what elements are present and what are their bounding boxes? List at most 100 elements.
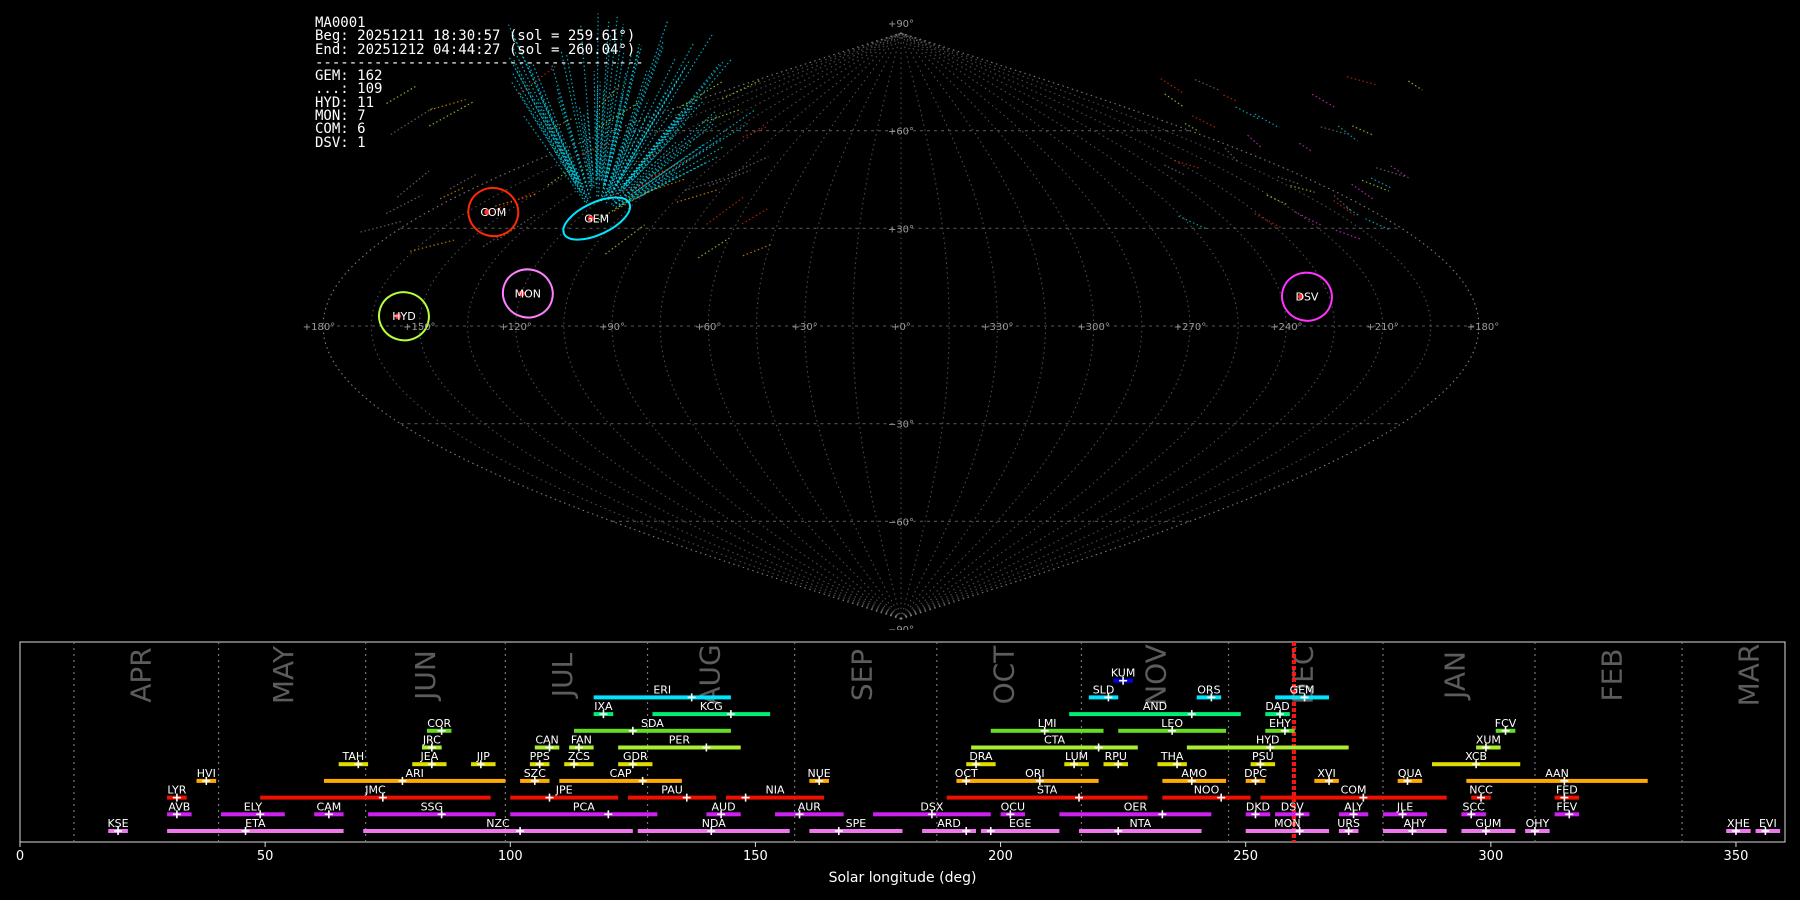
shower-nue: NUE bbox=[808, 767, 831, 785]
shower-can: CAN bbox=[534, 734, 560, 752]
sky-map: GEM COM HYD MON DSV +180° +150° +120° +90° +60° +3… bbox=[303, 13, 1499, 630]
lat-tick-label: +30° bbox=[888, 224, 914, 235]
meteor-trail bbox=[1351, 183, 1375, 201]
radiant-mon: MON bbox=[501, 268, 554, 319]
lon-tick-label: +0° bbox=[891, 322, 911, 333]
shower-dsv: DSV bbox=[1275, 800, 1310, 819]
radiant-hyd: HYD bbox=[378, 291, 430, 342]
radiant-label: MON bbox=[515, 287, 541, 300]
shower-label: DKD bbox=[1246, 800, 1270, 813]
shower-dad: DAD bbox=[1265, 700, 1290, 719]
lon-tick-label: +120° bbox=[499, 322, 531, 333]
shower-label: LYR bbox=[167, 784, 186, 797]
meteor-trail bbox=[1294, 211, 1323, 227]
radiant-label: COM bbox=[480, 206, 506, 219]
shower-label: FEV bbox=[1556, 800, 1577, 813]
x-tick-label: 0 bbox=[16, 849, 24, 864]
stats-panel: MA0001 Beg: 20251211 18:30:57 (sol = 259… bbox=[315, 16, 644, 150]
shower-label: DSV bbox=[1281, 800, 1304, 813]
shower-label: QUA bbox=[1398, 767, 1423, 780]
shower-per: PER bbox=[618, 734, 741, 752]
shower-label: JMC bbox=[364, 784, 386, 797]
shower-lum: LUM bbox=[1064, 750, 1089, 769]
shower-gdr: GDR bbox=[618, 750, 653, 769]
lon-tick-label: +180° bbox=[1467, 322, 1499, 333]
shower-label: JPE bbox=[555, 784, 573, 797]
shower-pca: PCA bbox=[510, 800, 658, 819]
shower-pau: PAU bbox=[627, 784, 717, 802]
meteor-trail bbox=[360, 220, 403, 233]
shower-label: CAM bbox=[317, 800, 342, 813]
shower-label: AUD bbox=[712, 800, 736, 813]
shower-label: AND bbox=[1143, 700, 1167, 713]
meteor-trail bbox=[1235, 106, 1259, 120]
lon-tick-label: +300° bbox=[1077, 322, 1109, 333]
shower-tah: TAH bbox=[338, 750, 369, 769]
shower-ari: ARI bbox=[323, 767, 506, 785]
shower-dpc: DPC bbox=[1244, 767, 1267, 785]
radiant-label: GEM bbox=[584, 213, 609, 226]
shower-aan: AAN bbox=[1466, 767, 1648, 785]
shower-label: COM bbox=[1341, 784, 1367, 797]
shower-label: OER bbox=[1124, 800, 1148, 813]
shower-label: JEA bbox=[420, 750, 439, 763]
shower-dkd: DKD bbox=[1245, 800, 1271, 819]
shower-sld: SLD bbox=[1088, 683, 1119, 702]
meteor-trail bbox=[1333, 200, 1355, 216]
month-label: OCT bbox=[987, 645, 1020, 705]
shower-qua: QUA bbox=[1397, 767, 1423, 785]
meteor-trail bbox=[397, 170, 430, 198]
shower-amo: AMO bbox=[1162, 767, 1227, 785]
shower-xcb: XCB bbox=[1432, 750, 1521, 769]
shower-label: SDA bbox=[641, 717, 664, 730]
shower-evi: EVI bbox=[1755, 817, 1781, 835]
meteor-trail bbox=[676, 189, 718, 203]
shower-ors: ORS bbox=[1196, 683, 1222, 702]
shower-nda: NDA bbox=[637, 817, 790, 835]
meteor-trail bbox=[1164, 93, 1184, 107]
shower-label: KCG bbox=[700, 700, 723, 713]
shower-pps: PPS bbox=[530, 750, 550, 769]
month-label: MAR bbox=[1733, 644, 1766, 707]
meteor-trail bbox=[708, 169, 751, 187]
shower-label: JIP bbox=[476, 750, 490, 763]
shower-label: NIA bbox=[766, 784, 785, 797]
shower-scc: SCC bbox=[1461, 800, 1486, 819]
shower-label: CTA bbox=[1044, 734, 1066, 747]
radiant-com: COM bbox=[467, 186, 520, 238]
shower-label: PAU bbox=[661, 784, 683, 797]
shower-cta: CTA bbox=[971, 734, 1138, 752]
month-label: APR bbox=[125, 647, 158, 703]
shower-ocu: OCU bbox=[1000, 800, 1026, 819]
shower-label: GDR bbox=[623, 750, 648, 763]
shower-xum: XUM bbox=[1476, 734, 1501, 752]
shower-label: FAN bbox=[571, 734, 592, 747]
shower-cor: COR bbox=[426, 717, 452, 735]
meteor-trail bbox=[1266, 194, 1289, 206]
shower-lmi: LMI bbox=[990, 717, 1104, 735]
shower-rpu: RPU bbox=[1103, 750, 1129, 769]
shower-mon: MON bbox=[1245, 817, 1330, 835]
shower-label: GUM bbox=[1475, 817, 1501, 830]
shower-label: SLD bbox=[1093, 683, 1115, 696]
shower-ohy: OHY bbox=[1525, 817, 1550, 835]
lon-tick-label: +330° bbox=[981, 322, 1013, 333]
shower-label: IXA bbox=[594, 700, 613, 713]
shower-nta: NTA bbox=[1079, 817, 1202, 835]
shower-label: XCB bbox=[1465, 750, 1487, 763]
shower-ixa: IXA bbox=[593, 700, 614, 719]
shower-label: ORS bbox=[1197, 683, 1220, 696]
shower-sta: STA bbox=[946, 784, 1148, 802]
shower-label: EGE bbox=[1009, 817, 1031, 830]
shower-label: NTA bbox=[1129, 817, 1151, 830]
shower-ncc: NCC bbox=[1469, 784, 1493, 802]
meteor-trail bbox=[1178, 215, 1207, 230]
shower-kse: KSE bbox=[107, 817, 129, 835]
shower-label: RPU bbox=[1105, 750, 1127, 763]
meteor-trail bbox=[1390, 165, 1409, 179]
meteor-trail bbox=[727, 156, 769, 176]
shower-ehy: EHY bbox=[1265, 717, 1295, 735]
shower-nzc: NZC bbox=[363, 817, 633, 835]
shower-aud: AUD bbox=[706, 800, 741, 819]
shower-ard: ARD bbox=[922, 817, 977, 835]
